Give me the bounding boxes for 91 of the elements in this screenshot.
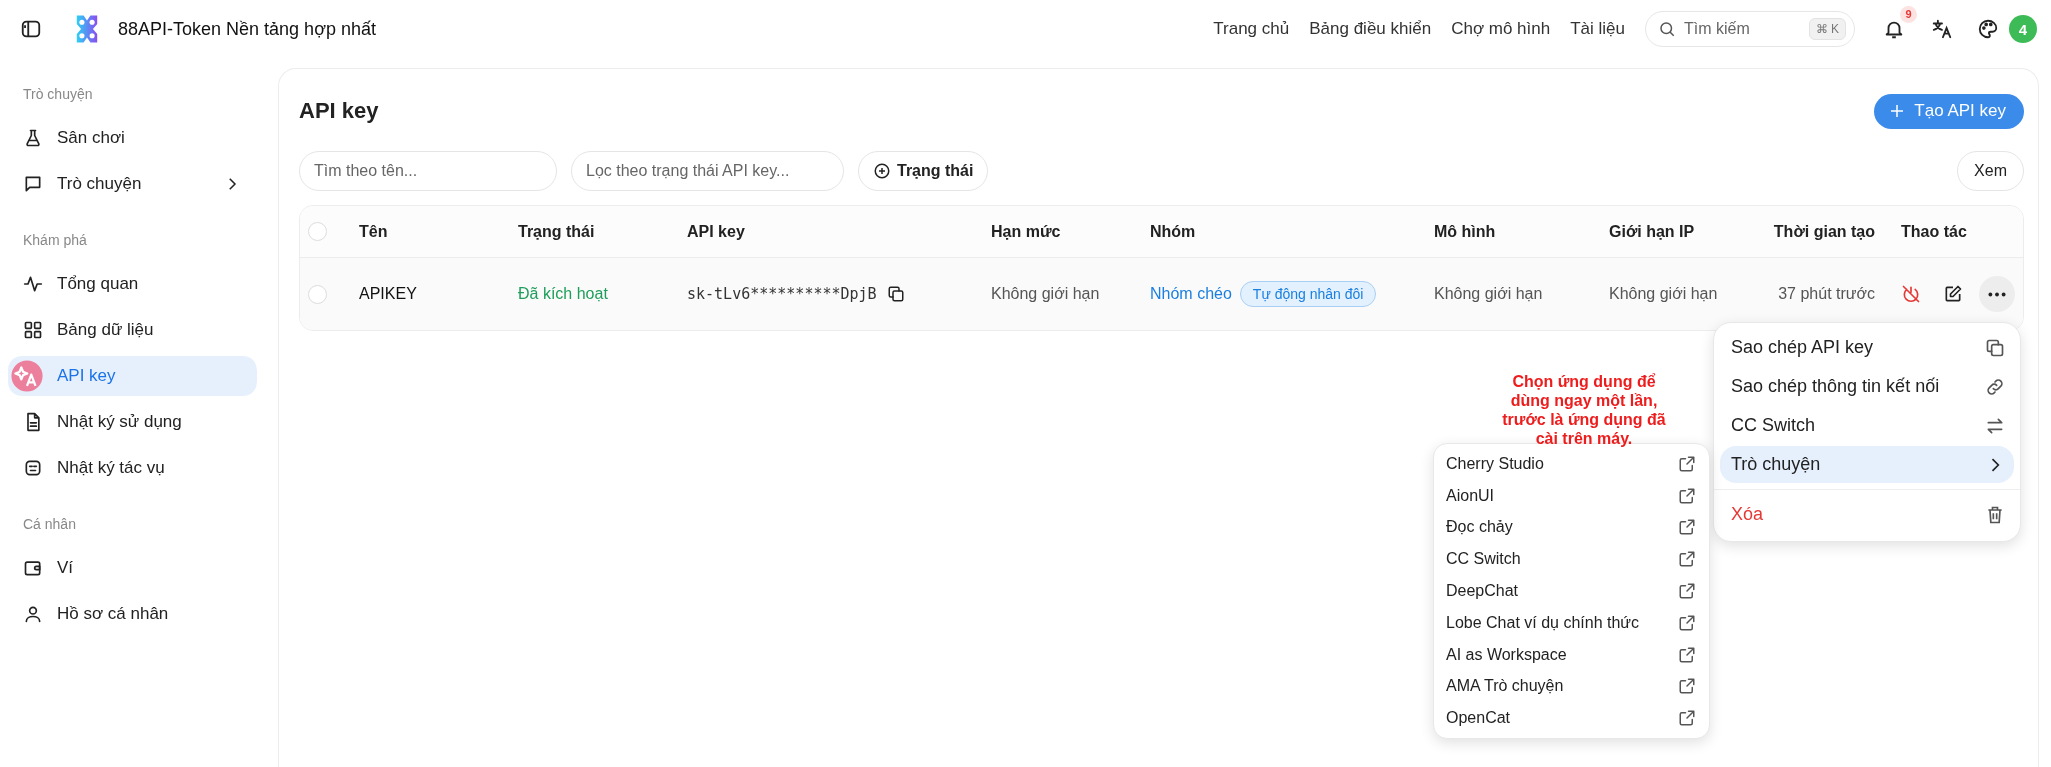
sidebar-item[interactable]: Nhật ký sử dụng	[8, 402, 257, 442]
page-title: API key	[299, 98, 379, 124]
nav-link[interactable]: Trang chủ	[1213, 19, 1290, 39]
submenu-item[interactable]: AionUI	[1434, 479, 1709, 512]
grid-icon	[23, 320, 43, 340]
menu-item[interactable]: Sao chép API key	[1720, 329, 2014, 366]
status-text: Đã kích hoạt	[518, 285, 608, 303]
column-header: Giới hạn IP	[1609, 222, 1695, 240]
name-search-field[interactable]: Tìm theo tên...	[299, 151, 557, 191]
wallet-icon	[23, 558, 43, 578]
column-header: Hạn mức	[991, 222, 1061, 240]
notification-badge: 9	[1900, 6, 1917, 23]
submenu-item[interactable]: Lobe Chat ví dụ chính thức	[1434, 607, 1709, 639]
external-link-icon	[1678, 582, 1696, 601]
sidebar-item[interactable]: Sân chơi	[8, 118, 257, 158]
menu-item[interactable]: Xóa	[1720, 496, 2014, 533]
plus-circle-icon	[873, 162, 891, 180]
submenu-item[interactable]: AMA Trò chuyện	[1434, 670, 1709, 703]
activity-icon	[23, 274, 43, 294]
table-cell: APIKEY	[359, 285, 417, 303]
submenu-item[interactable]: Cherry Studio	[1434, 448, 1709, 480]
external-link-icon	[1678, 518, 1696, 537]
disable-icon[interactable]	[1901, 284, 1921, 304]
select-all-checkbox[interactable]	[308, 222, 327, 241]
sidebar-item[interactable]: Tổng quan	[8, 264, 257, 304]
submenu-item[interactable]: OpenCat	[1434, 702, 1709, 735]
view-button[interactable]: Xem	[1957, 151, 2024, 191]
api-key-text: sk-tLv6**********DpjB	[687, 285, 877, 303]
external-link-icon	[1678, 677, 1696, 696]
submenu-item[interactable]: Đọc chảy	[1434, 511, 1709, 544]
sidebar-section-title: Cá nhân	[22, 516, 77, 534]
nav-link[interactable]: Tài liệu	[1570, 19, 1625, 39]
copy-icon[interactable]	[886, 285, 905, 303]
group-tag: Tự động nhân đôi	[1239, 281, 1377, 307]
status-filter-button[interactable]: Trạng thái	[858, 151, 989, 191]
sidebar-item[interactable]: API key	[8, 356, 257, 396]
sidebar-item[interactable]: Trò chuyện	[8, 164, 257, 204]
swap-arrows-icon	[1985, 415, 2005, 436]
menu-item[interactable]: Sao chép thông tin kết nối	[1720, 368, 2014, 405]
translate-icon[interactable]	[1931, 18, 1953, 40]
chat-bubble-icon	[23, 174, 43, 194]
palette-icon[interactable]	[1977, 18, 1999, 40]
search-icon	[1658, 20, 1676, 38]
copy-icon	[1985, 337, 2005, 358]
column-header: Trạng thái	[518, 222, 595, 240]
sidebar-item[interactable]: Ví	[8, 548, 257, 588]
sidebar-section-title: Khám phá	[22, 232, 88, 250]
flask-icon	[23, 128, 43, 148]
more-button[interactable]	[1979, 276, 2015, 312]
sidebar-section-title: Trò chuyện	[22, 86, 94, 104]
sidebar-item[interactable]: Hồ sơ cá nhân	[8, 594, 257, 634]
group-link[interactable]: Nhóm chéo	[1150, 285, 1232, 303]
sidebar-toggle-icon[interactable]	[20, 18, 42, 40]
table-cell: Không giới hạn	[1434, 285, 1543, 303]
submenu-item[interactable]: DeepChat	[1434, 575, 1709, 607]
external-link-icon	[1678, 709, 1696, 728]
submenu-item[interactable]: CC Switch	[1434, 543, 1709, 576]
external-link-icon	[1678, 645, 1696, 664]
column-header: Thao tác	[1901, 222, 1967, 240]
table-cell: Không giới hạn	[1609, 285, 1718, 303]
annotation-text: Chọn ứng dụng để dùng ngay một lần, trước là ứng dụng đã cài trên máy.	[1501, 372, 1667, 448]
submenu-item[interactable]: AI as Workspace	[1434, 638, 1709, 671]
shortcut-hint: ⌘ K	[1808, 18, 1846, 40]
more-icon	[1988, 291, 2006, 297]
log-icon	[23, 458, 43, 478]
table-cell: Không giới hạn	[991, 285, 1100, 303]
edit-icon[interactable]	[1943, 284, 1963, 304]
external-link-icon	[1678, 454, 1696, 473]
column-header: Nhóm	[1150, 222, 1196, 240]
column-header: API key	[687, 222, 745, 240]
sparkle-badge-icon	[10, 359, 44, 393]
external-link-icon	[1678, 550, 1696, 569]
column-header: Thời gian tạo	[1773, 222, 1875, 240]
nav-link[interactable]: Chợ mô hình	[1451, 19, 1551, 39]
nav-link[interactable]: Bảng điều khiển	[1309, 19, 1432, 39]
search-input[interactable]: Tìm kiếm	[1682, 19, 1809, 39]
column-header: Mô hình	[1434, 222, 1496, 240]
trash-icon	[1985, 504, 2005, 525]
status-filter-field[interactable]: Lọc theo trạng thái API key...	[571, 151, 844, 191]
sidebar-item[interactable]: Nhật ký tác vụ	[8, 448, 257, 488]
external-link-icon	[1678, 613, 1696, 632]
table-cell: 37 phút trước	[1778, 285, 1875, 303]
user-icon	[23, 604, 43, 624]
link-icon	[1985, 376, 2005, 397]
external-link-icon	[1678, 486, 1696, 505]
column-header: Tên	[359, 222, 388, 240]
menu-item[interactable]: Trò chuyện	[1720, 446, 2014, 483]
brand-name: 88API-Token Nền tảng hợp nhất	[118, 18, 376, 40]
menu-item[interactable]: CC Switch	[1720, 407, 2014, 444]
row-checkbox[interactable]	[308, 284, 327, 304]
sidebar-item[interactable]: Bảng dữ liệu	[8, 310, 257, 350]
